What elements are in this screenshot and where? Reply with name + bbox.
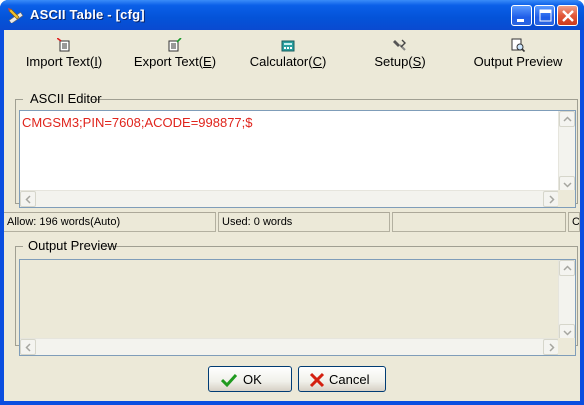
maximize-icon <box>539 9 552 22</box>
setup-button[interactable]: Setup(S) <box>372 32 428 86</box>
output-preview-label: Output Preview <box>473 54 563 69</box>
editor-vertical-scrollbar[interactable] <box>558 111 575 192</box>
status-used: Used: 0 words <box>218 212 390 232</box>
editor-horizontal-scrollbar[interactable] <box>20 190 559 207</box>
chevron-up-icon <box>563 116 572 122</box>
ok-label: OK <box>243 372 262 387</box>
chevron-down-icon <box>563 182 572 188</box>
close-icon <box>562 10 574 22</box>
ascii-editor-textarea[interactable]: CMGSM3;PIN=7608;ACODE=998877;$ <box>19 110 576 208</box>
output-preview-icon <box>511 38 525 52</box>
output-preview-title: Output Preview <box>28 238 117 253</box>
import-text-icon <box>57 38 70 52</box>
group-border <box>15 246 23 247</box>
scroll-up-button[interactable] <box>559 111 575 127</box>
title-bar[interactable]: ASCII Table - [cfg] <box>0 0 584 30</box>
scroll-left-button[interactable] <box>20 191 36 207</box>
chevron-right-icon <box>549 343 555 352</box>
cancel-label: Cancel <box>329 372 370 387</box>
status-bar: Allow: 196 words(Auto) Used: 0 words Cur <box>4 212 580 232</box>
import-text-button[interactable]: Import Text(I) <box>24 32 104 86</box>
scroll-corner <box>558 190 575 207</box>
toolbar: Import Text(I) Export Text(E) Calculator… <box>4 30 580 88</box>
window-title: ASCII Table - [cfg] <box>30 7 145 22</box>
export-text-icon <box>168 38 182 52</box>
scroll-right-button[interactable] <box>543 191 559 207</box>
scroll-right-button[interactable] <box>543 339 559 355</box>
calculator-button[interactable]: Calculator(C) <box>245 32 331 86</box>
ascii-editor-label: ASCII Editor <box>30 91 102 106</box>
chevron-down-icon <box>563 330 572 336</box>
group-border <box>15 99 23 100</box>
chevron-up-icon <box>563 265 572 271</box>
scroll-left-button[interactable] <box>20 339 36 355</box>
cancel-button[interactable]: Cancel <box>298 366 386 392</box>
import-text-label: Import Text(I) <box>25 54 103 69</box>
window-client: Import Text(I) Export Text(E) Calculator… <box>4 30 580 401</box>
maximize-button[interactable] <box>534 5 555 26</box>
setup-label: Setup(S) <box>374 54 426 69</box>
status-empty <box>392 212 566 232</box>
minimize-button[interactable] <box>511 5 532 26</box>
status-allow: Allow: 196 words(Auto) <box>4 212 216 232</box>
calculator-icon <box>281 40 295 52</box>
scroll-corner <box>558 338 575 355</box>
group-border <box>104 246 578 247</box>
app-window: ASCII Table - [cfg] Import Text(I) Expor… <box>0 0 584 405</box>
export-text-label: Export Text(E) <box>133 54 217 69</box>
calculator-label: Calculator(C) <box>249 54 327 69</box>
editor-content: CMGSM3;PIN=7608;ACODE=998877;$ <box>22 115 253 130</box>
close-button[interactable] <box>557 5 578 26</box>
output-preview-box[interactable] <box>19 259 576 356</box>
status-cursor: Cur <box>568 212 580 232</box>
pencil-ruler-icon <box>8 8 24 23</box>
output-preview-button[interactable]: Output Preview <box>466 32 570 86</box>
ok-button[interactable]: OK <box>208 366 292 392</box>
export-text-button[interactable]: Export Text(E) <box>132 32 218 86</box>
setup-icon <box>393 39 406 51</box>
cross-icon <box>309 372 325 388</box>
preview-vertical-scrollbar[interactable] <box>558 260 575 340</box>
preview-horizontal-scrollbar[interactable] <box>20 338 559 355</box>
group-border <box>91 99 578 100</box>
chevron-left-icon <box>25 343 31 352</box>
chevron-left-icon <box>25 195 31 204</box>
scroll-up-button[interactable] <box>559 260 575 276</box>
minimize-icon <box>517 19 524 22</box>
chevron-right-icon <box>549 195 555 204</box>
checkmark-icon <box>221 373 237 388</box>
